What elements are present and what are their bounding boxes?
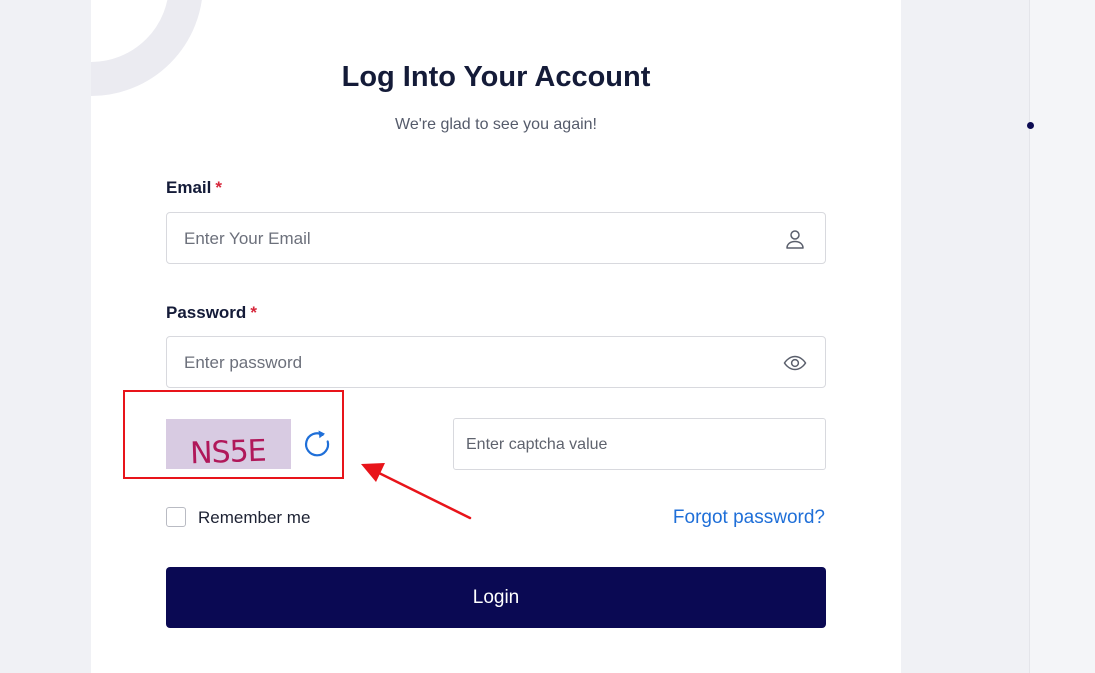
- captcha-input[interactable]: [464, 419, 818, 471]
- password-label-text: Password: [166, 303, 247, 322]
- required-mark: *: [250, 303, 257, 322]
- required-mark: *: [215, 178, 222, 197]
- annotation-highlight-box: [123, 390, 344, 479]
- page-title: Log Into Your Account: [341, 61, 651, 93]
- annotation-arrow: [361, 463, 472, 520]
- email-label: Email *: [166, 178, 222, 198]
- password-field[interactable]: [182, 337, 776, 389]
- email-label-text: Email: [166, 178, 212, 197]
- remember-me-checkbox[interactable]: [166, 507, 186, 527]
- login-card: Log Into Your Account We're glad to see …: [91, 0, 901, 673]
- password-field-container: [166, 336, 826, 389]
- indicator-dot: [1027, 122, 1034, 129]
- login-button[interactable]: Login: [166, 567, 826, 628]
- remember-me-label[interactable]: Remember me: [198, 508, 310, 528]
- forgot-password-link[interactable]: Forgot password?: [673, 507, 825, 529]
- side-panel: [1029, 0, 1095, 673]
- user-icon: [786, 230, 804, 249]
- email-field-container: [166, 212, 826, 265]
- email-field[interactable]: [182, 213, 776, 265]
- captcha-field-container: [453, 418, 826, 471]
- password-label: Password *: [166, 303, 257, 323]
- eye-icon[interactable]: [783, 351, 807, 375]
- page-subtitle: We're glad to see you again!: [395, 116, 597, 133]
